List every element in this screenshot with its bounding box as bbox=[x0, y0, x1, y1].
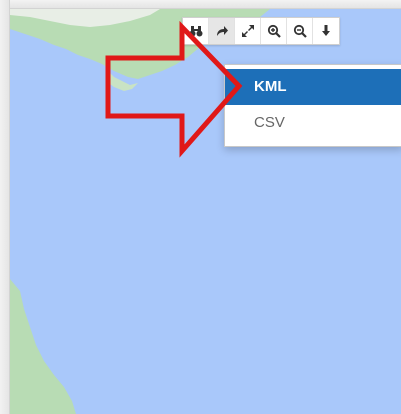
window-border-top bbox=[0, 0, 401, 9]
download-button[interactable] bbox=[313, 18, 339, 44]
fullscreen-button[interactable] bbox=[235, 18, 261, 44]
zoom-in-button[interactable] bbox=[261, 18, 287, 44]
share-button[interactable] bbox=[209, 18, 235, 44]
land-labrador bbox=[10, 279, 76, 414]
app-frame: KML CSV bbox=[0, 0, 401, 414]
zoom-in-icon bbox=[267, 24, 281, 38]
menu-item-kml[interactable]: KML bbox=[225, 69, 401, 105]
download-icon bbox=[319, 24, 333, 38]
menu-item-csv[interactable]: CSV bbox=[225, 105, 401, 141]
find-button[interactable] bbox=[183, 18, 209, 44]
zoom-out-button[interactable] bbox=[287, 18, 313, 44]
map-toolbar bbox=[182, 17, 340, 45]
export-dropdown-menu: KML CSV bbox=[224, 64, 401, 147]
expand-icon bbox=[241, 24, 255, 38]
share-arrow-icon bbox=[215, 24, 229, 38]
window-border-left bbox=[0, 0, 10, 414]
binoculars-icon bbox=[189, 24, 203, 38]
zoom-out-icon bbox=[293, 24, 307, 38]
